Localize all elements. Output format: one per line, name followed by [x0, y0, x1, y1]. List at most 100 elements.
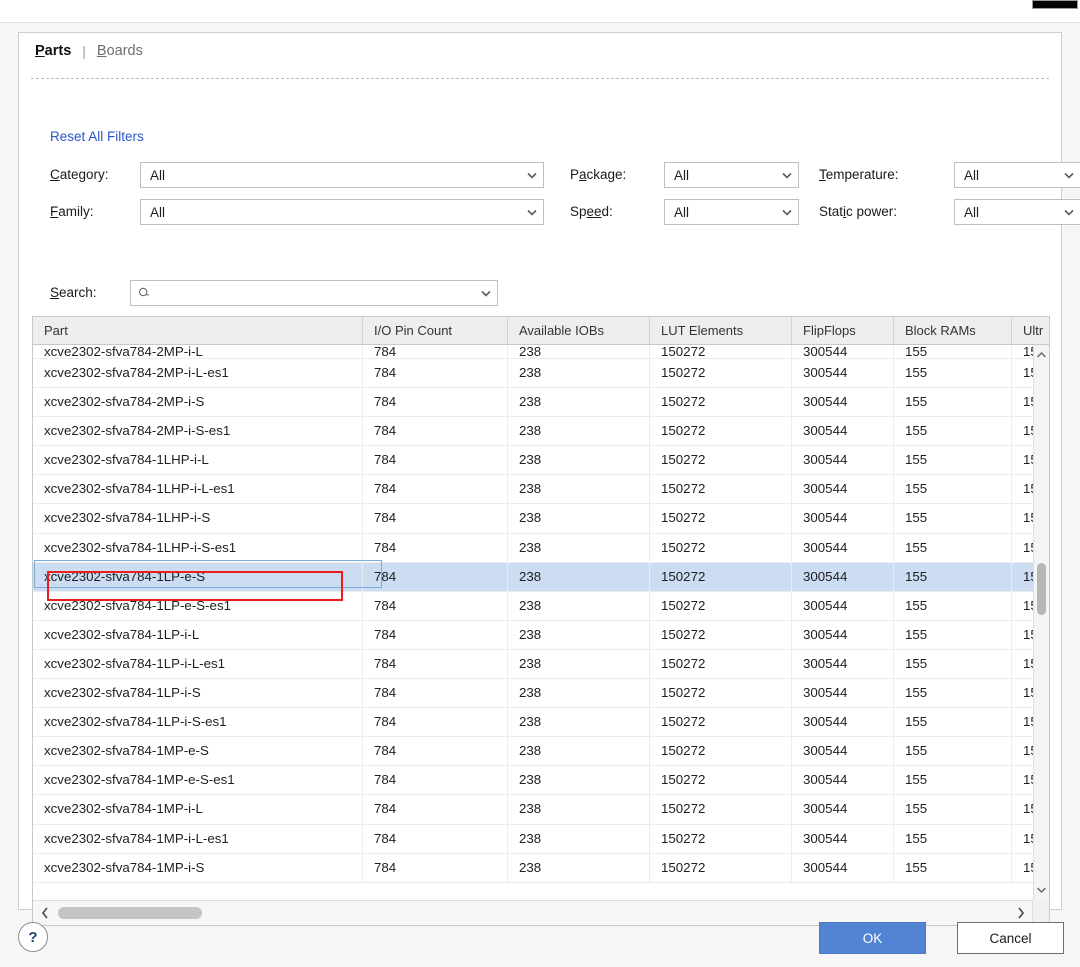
cell-io_pins: 784	[363, 388, 508, 417]
tab-divider	[31, 78, 1049, 79]
family-select[interactable]: All	[140, 199, 544, 225]
table-row[interactable]: xcve2302-sfva784-1LHP-i-L-es1 784 238 15027…	[33, 475, 1034, 505]
category-select[interactable]: All	[140, 162, 544, 188]
package-select[interactable]: All	[664, 162, 799, 188]
column-header-ultra_rams[interactable]: Ultr	[1012, 317, 1049, 344]
cancel-button[interactable]: Cancel	[957, 922, 1064, 954]
cell-block_rams: 155	[894, 446, 1012, 475]
cell-block_rams: 155	[894, 562, 1012, 591]
column-header-block_rams[interactable]: Block RAMs	[894, 317, 1012, 344]
cell-io_pins: 784	[363, 446, 508, 475]
vertical-scrollbar[interactable]	[1033, 345, 1049, 900]
table-row[interactable]: xcve2302-sfva784-2MP-i-L 784 238 150272 3005…	[33, 345, 1034, 359]
cell-ultra_rams: 155	[1012, 388, 1034, 416]
scroll-up-arrow-icon[interactable]	[1034, 347, 1049, 363]
search-label: Search:	[50, 285, 97, 300]
static-power-select[interactable]: All	[954, 199, 1080, 225]
reset-all-filters-link[interactable]: Reset All Filters	[50, 129, 144, 144]
table-row[interactable]: xcve2302-sfva784-2MP-i-S-es1 784 238 150272…	[33, 417, 1034, 447]
table-row[interactable]: xcve2302-sfva784-1LP-e-S-es1 784 238 150272…	[33, 591, 1034, 621]
cell-flipflops: 300544	[792, 359, 894, 388]
cell-luts: 150272	[650, 824, 792, 853]
column-header-iobs[interactable]: Available IOBs	[508, 317, 650, 344]
cell-luts: 150272	[650, 345, 792, 358]
cell-ultra_rams: 155	[1012, 621, 1034, 649]
scroll-right-arrow-icon[interactable]	[1013, 905, 1029, 921]
cell-luts: 150272	[650, 620, 792, 649]
table-row[interactable]: xcve2302-sfva784-1LP-i-L 784 238 150272 3005…	[33, 620, 1034, 650]
cell-ultra_rams: 155	[1012, 417, 1034, 445]
cell-part: xcve2302-sfva784-1LHP-i-L	[33, 446, 363, 475]
cell-block_rams: 155	[894, 388, 1012, 417]
cell-flipflops: 300544	[792, 620, 894, 649]
cell-io_pins: 784	[363, 853, 508, 882]
cell-luts: 150272	[650, 853, 792, 882]
table-row[interactable]: xcve2302-sfva784-1MP-e-S-es1 784 238 150272…	[33, 766, 1034, 796]
cell-block_rams: 155	[894, 345, 1012, 358]
table-row[interactable]: xcve2302-sfva784-1LP-i-L-es1 784 238 150272…	[33, 649, 1034, 680]
static-power-label: Static power:	[819, 204, 898, 219]
column-header-luts[interactable]: LUT Elements	[650, 317, 792, 344]
cell-flipflops: 300544	[792, 853, 894, 882]
cell-luts: 150272	[650, 795, 792, 824]
family-label: Family:	[50, 204, 94, 219]
search-icon	[138, 287, 149, 296]
column-header-io_pins[interactable]: I/O Pin Count	[363, 317, 508, 344]
cell-flipflops: 300544	[792, 533, 894, 562]
cell-part: xcve2302-sfva784-1MP-i-L	[33, 795, 363, 824]
cell-block_rams: 155	[894, 708, 1012, 737]
cell-iobs: 238	[508, 708, 650, 737]
help-button[interactable]: ?	[18, 922, 48, 952]
cell-flipflops: 300544	[792, 737, 894, 766]
cell-block_rams: 155	[894, 795, 1012, 824]
speed-select[interactable]: All	[664, 199, 799, 225]
cell-flipflops: 300544	[792, 795, 894, 824]
scroll-down-arrow-icon[interactable]	[1034, 882, 1049, 898]
table-row[interactable]: xcve2302-sfva784-2MP-i-L-es1 784 238 150272…	[33, 359, 1034, 389]
cell-flipflops: 300544	[792, 562, 894, 591]
cell-ultra_rams: 155	[1012, 825, 1034, 853]
ok-button[interactable]: OK	[819, 922, 926, 954]
search-input[interactable]	[155, 285, 479, 301]
scroll-left-arrow-icon[interactable]	[37, 905, 53, 921]
tab-parts[interactable]: Parts	[33, 43, 73, 59]
cell-iobs: 238	[508, 417, 650, 446]
cell-part: xcve2302-sfva784-2MP-i-L-es1	[33, 359, 363, 388]
table-row[interactable]: xcve2302-sfva784-1LHP-i-S-es1 784 238 15027…	[33, 533, 1034, 563]
temperature-select[interactable]: All	[954, 162, 1080, 188]
cell-io_pins: 784	[363, 533, 508, 562]
table-row[interactable]: xcve2302-sfva784-1LHP-i-S 784 238 150272 300…	[33, 504, 1034, 534]
cell-io_pins: 784	[363, 824, 508, 853]
horizontal-scrollbar-thumb[interactable]	[58, 907, 202, 919]
column-header-flipflops[interactable]: FlipFlops	[792, 317, 894, 344]
chevron-down-icon[interactable]	[479, 286, 493, 300]
screen-root: Parts | Boards Reset All Filters Categor…	[0, 0, 1080, 967]
table-row[interactable]: xcve2302-sfva784-2MP-i-S 784 238 150272 3005…	[33, 388, 1034, 418]
search-combo[interactable]	[130, 280, 498, 306]
chevron-down-icon	[782, 172, 792, 179]
cell-luts: 150272	[650, 417, 792, 446]
vertical-scrollbar-thumb[interactable]	[1037, 563, 1046, 615]
table-row[interactable]: xcve2302-sfva784-1LP-i-S 784 238 150272 3005…	[33, 679, 1034, 709]
table-row[interactable]: xcve2302-sfva784-1MP-e-S 784 238 150272 3005…	[33, 737, 1034, 767]
cell-luts: 150272	[650, 533, 792, 562]
cell-part: xcve2302-sfva784-2MP-i-S	[33, 388, 363, 417]
cell-luts: 150272	[650, 504, 792, 533]
tab-separator: |	[82, 43, 86, 59]
column-header-part[interactable]: Part	[33, 317, 363, 344]
table-row[interactable]: xcve2302-sfva784-1MP-i-L 784 238 150272 3005…	[33, 795, 1034, 825]
cell-luts: 150272	[650, 475, 792, 504]
table-row[interactable]: xcve2302-sfva784-1MP-i-L-es1 784 238 150272…	[33, 824, 1034, 854]
category-value: All	[150, 167, 166, 183]
tab-boards[interactable]: Boards	[95, 43, 145, 59]
table-row[interactable]: xcve2302-sfva784-1LP-i-S-es1 784 238 150272…	[33, 708, 1034, 738]
cell-part: xcve2302-sfva784-1LP-i-S-es1	[33, 708, 363, 737]
cell-iobs: 238	[508, 504, 650, 533]
parts-table: Part I/O Pin Count Available IOBs LUT Eleme…	[32, 316, 1050, 926]
tabbar: Parts | Boards	[19, 33, 1061, 69]
cell-io_pins: 784	[363, 649, 508, 679]
table-row[interactable]: xcve2302-sfva784-1LP-e-S 784 238 150272 3005…	[33, 562, 1034, 592]
table-row[interactable]: xcve2302-sfva784-1MP-i-S 784 238 150272 3005…	[33, 853, 1034, 883]
cell-ultra_rams: 155	[1012, 766, 1034, 794]
table-row[interactable]: xcve2302-sfva784-1LHP-i-L 784 238 150272 300…	[33, 446, 1034, 476]
